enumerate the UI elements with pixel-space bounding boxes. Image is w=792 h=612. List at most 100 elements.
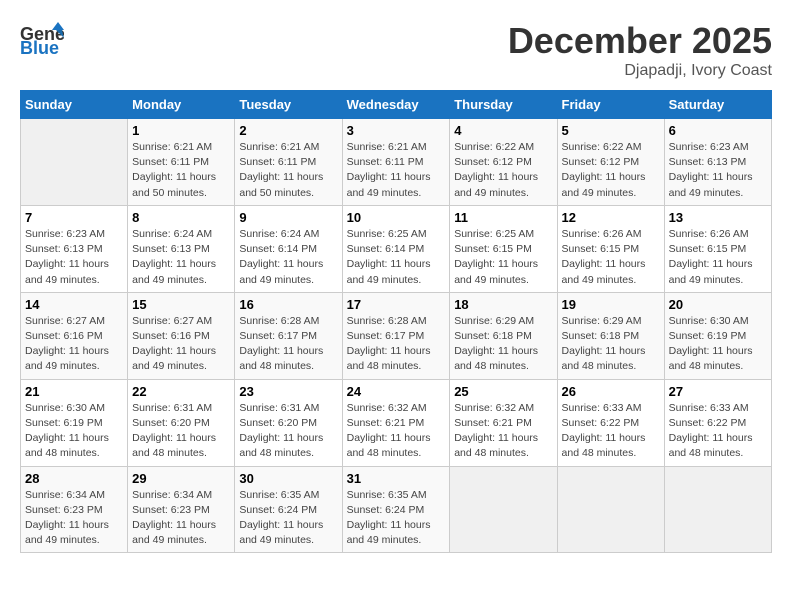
day-info: Sunrise: 6:33 AM Sunset: 6:22 PM Dayligh… [669,401,767,462]
day-cell: 3Sunrise: 6:21 AM Sunset: 6:11 PM Daylig… [342,119,450,206]
day-number: 10 [347,210,446,225]
day-info: Sunrise: 6:24 AM Sunset: 6:13 PM Dayligh… [132,227,230,288]
day-info: Sunrise: 6:28 AM Sunset: 6:17 PM Dayligh… [239,314,337,375]
col-header-friday: Friday [557,91,664,119]
day-info: Sunrise: 6:31 AM Sunset: 6:20 PM Dayligh… [239,401,337,462]
day-number: 9 [239,210,337,225]
day-cell: 25 Sunrise: 6:32 AM Sunset: 6:21 PM Dayli… [450,379,557,466]
day-info: Sunrise: 6:33 AM Sunset: 6:22 PM Dayligh… [562,401,660,462]
day-info: Sunrise: 6:21 AM Sunset: 6:11 PM Dayligh… [239,140,337,201]
day-cell: 13 Sunrise: 6:26 AM Sunset: 6:15 PM Dayli… [664,205,771,292]
day-number: 20 [669,297,767,312]
day-info: Sunrise: 6:22 AM Sunset: 6:12 PM Dayligh… [454,140,552,201]
title-block: December 2025 Djapadji, Ivory Coast [508,20,772,80]
day-number: 31 [347,471,446,486]
day-info: Sunrise: 6:30 AM Sunset: 6:19 PM Dayligh… [669,314,767,375]
day-cell: 24 Sunrise: 6:32 AM Sunset: 6:21 PM Dayli… [342,379,450,466]
day-number: 17 [347,297,446,312]
day-number: 22 [132,384,230,399]
day-cell: 11Sunrise: 6:25 AM Sunset: 6:15 PM Dayli… [450,205,557,292]
week-row-4: 21 Sunrise: 6:30 AM Sunset: 6:19 PM Dayli… [21,379,772,466]
day-info: Sunrise: 6:29 AM Sunset: 6:18 PM Dayligh… [562,314,660,375]
day-cell [664,466,771,553]
day-info: Sunrise: 6:35 AM Sunset: 6:24 PM Dayligh… [347,488,446,549]
day-number: 8 [132,210,230,225]
calendar-header-row: SundayMondayTuesdayWednesdayThursdayFrid… [21,91,772,119]
day-number: 28 [25,471,123,486]
day-info: Sunrise: 6:30 AM Sunset: 6:19 PM Dayligh… [25,401,123,462]
day-cell: 16 Sunrise: 6:28 AM Sunset: 6:17 PM Dayli… [235,292,342,379]
page-header: General Blue December 2025 Djapadji, Ivo… [20,20,772,80]
day-number: 25 [454,384,552,399]
day-info: Sunrise: 6:34 AM Sunset: 6:23 PM Dayligh… [132,488,230,549]
day-info: Sunrise: 6:25 AM Sunset: 6:14 PM Dayligh… [347,227,446,288]
day-cell [21,119,128,206]
svg-text:Blue: Blue [20,38,59,56]
day-number: 18 [454,297,552,312]
day-info: Sunrise: 6:32 AM Sunset: 6:21 PM Dayligh… [347,401,446,462]
day-cell: 12 Sunrise: 6:26 AM Sunset: 6:15 PM Dayli… [557,205,664,292]
day-info: Sunrise: 6:26 AM Sunset: 6:15 PM Dayligh… [669,227,767,288]
day-cell: 28 Sunrise: 6:34 AM Sunset: 6:23 PM Dayli… [21,466,128,553]
day-number: 23 [239,384,337,399]
day-info: Sunrise: 6:31 AM Sunset: 6:20 PM Dayligh… [132,401,230,462]
day-number: 30 [239,471,337,486]
day-number: 21 [25,384,123,399]
calendar-table: SundayMondayTuesdayWednesdayThursdayFrid… [20,90,772,553]
day-info: Sunrise: 6:32 AM Sunset: 6:21 PM Dayligh… [454,401,552,462]
day-info: Sunrise: 6:22 AM Sunset: 6:12 PM Dayligh… [562,140,660,201]
day-number: 29 [132,471,230,486]
day-info: Sunrise: 6:27 AM Sunset: 6:16 PM Dayligh… [25,314,123,375]
col-header-saturday: Saturday [664,91,771,119]
day-number: 13 [669,210,767,225]
day-info: Sunrise: 6:23 AM Sunset: 6:13 PM Dayligh… [25,227,123,288]
day-cell: 5 Sunrise: 6:22 AM Sunset: 6:12 PM Daylig… [557,119,664,206]
day-number: 26 [562,384,660,399]
day-info: Sunrise: 6:21 AM Sunset: 6:11 PM Dayligh… [132,140,230,201]
day-number: 14 [25,297,123,312]
week-row-5: 28 Sunrise: 6:34 AM Sunset: 6:23 PM Dayli… [21,466,772,553]
col-header-tuesday: Tuesday [235,91,342,119]
week-row-1: 1Sunrise: 6:21 AM Sunset: 6:11 PM Daylig… [21,119,772,206]
day-number: 15 [132,297,230,312]
col-header-thursday: Thursday [450,91,557,119]
week-row-3: 14 Sunrise: 6:27 AM Sunset: 6:16 PM Dayli… [21,292,772,379]
day-cell: 8 Sunrise: 6:24 AM Sunset: 6:13 PM Daylig… [128,205,235,292]
day-cell: 23 Sunrise: 6:31 AM Sunset: 6:20 PM Dayli… [235,379,342,466]
day-info: Sunrise: 6:34 AM Sunset: 6:23 PM Dayligh… [25,488,123,549]
day-info: Sunrise: 6:27 AM Sunset: 6:16 PM Dayligh… [132,314,230,375]
day-number: 7 [25,210,123,225]
day-number: 16 [239,297,337,312]
day-cell: 14 Sunrise: 6:27 AM Sunset: 6:16 PM Dayli… [21,292,128,379]
day-cell: 18Sunrise: 6:29 AM Sunset: 6:18 PM Dayli… [450,292,557,379]
day-number: 5 [562,123,660,138]
day-info: Sunrise: 6:26 AM Sunset: 6:15 PM Dayligh… [562,227,660,288]
day-info: Sunrise: 6:35 AM Sunset: 6:24 PM Dayligh… [239,488,337,549]
day-cell: 2 Sunrise: 6:21 AM Sunset: 6:11 PM Daylig… [235,119,342,206]
logo: General Blue [20,20,64,56]
day-cell: 10 Sunrise: 6:25 AM Sunset: 6:14 PM Dayli… [342,205,450,292]
day-number: 12 [562,210,660,225]
day-number: 6 [669,123,767,138]
day-cell: 31 Sunrise: 6:35 AM Sunset: 6:24 PM Dayli… [342,466,450,553]
day-number: 2 [239,123,337,138]
day-number: 19 [562,297,660,312]
day-info: Sunrise: 6:23 AM Sunset: 6:13 PM Dayligh… [669,140,767,201]
day-cell [450,466,557,553]
day-cell: 26 Sunrise: 6:33 AM Sunset: 6:22 PM Dayli… [557,379,664,466]
day-cell: 20 Sunrise: 6:30 AM Sunset: 6:19 PM Dayli… [664,292,771,379]
week-row-2: 7 Sunrise: 6:23 AM Sunset: 6:13 PM Daylig… [21,205,772,292]
day-cell: 7 Sunrise: 6:23 AM Sunset: 6:13 PM Daylig… [21,205,128,292]
day-cell: 17Sunrise: 6:28 AM Sunset: 6:17 PM Dayli… [342,292,450,379]
col-header-sunday: Sunday [21,91,128,119]
day-cell: 9Sunrise: 6:24 AM Sunset: 6:14 PM Daylig… [235,205,342,292]
day-cell: 22 Sunrise: 6:31 AM Sunset: 6:20 PM Dayli… [128,379,235,466]
month-title: December 2025 [508,20,772,62]
col-header-monday: Monday [128,91,235,119]
day-cell: 4 Sunrise: 6:22 AM Sunset: 6:12 PM Daylig… [450,119,557,206]
day-cell: 29 Sunrise: 6:34 AM Sunset: 6:23 PM Dayli… [128,466,235,553]
day-number: 24 [347,384,446,399]
day-number: 4 [454,123,552,138]
day-number: 27 [669,384,767,399]
day-cell: 15 Sunrise: 6:27 AM Sunset: 6:16 PM Dayli… [128,292,235,379]
